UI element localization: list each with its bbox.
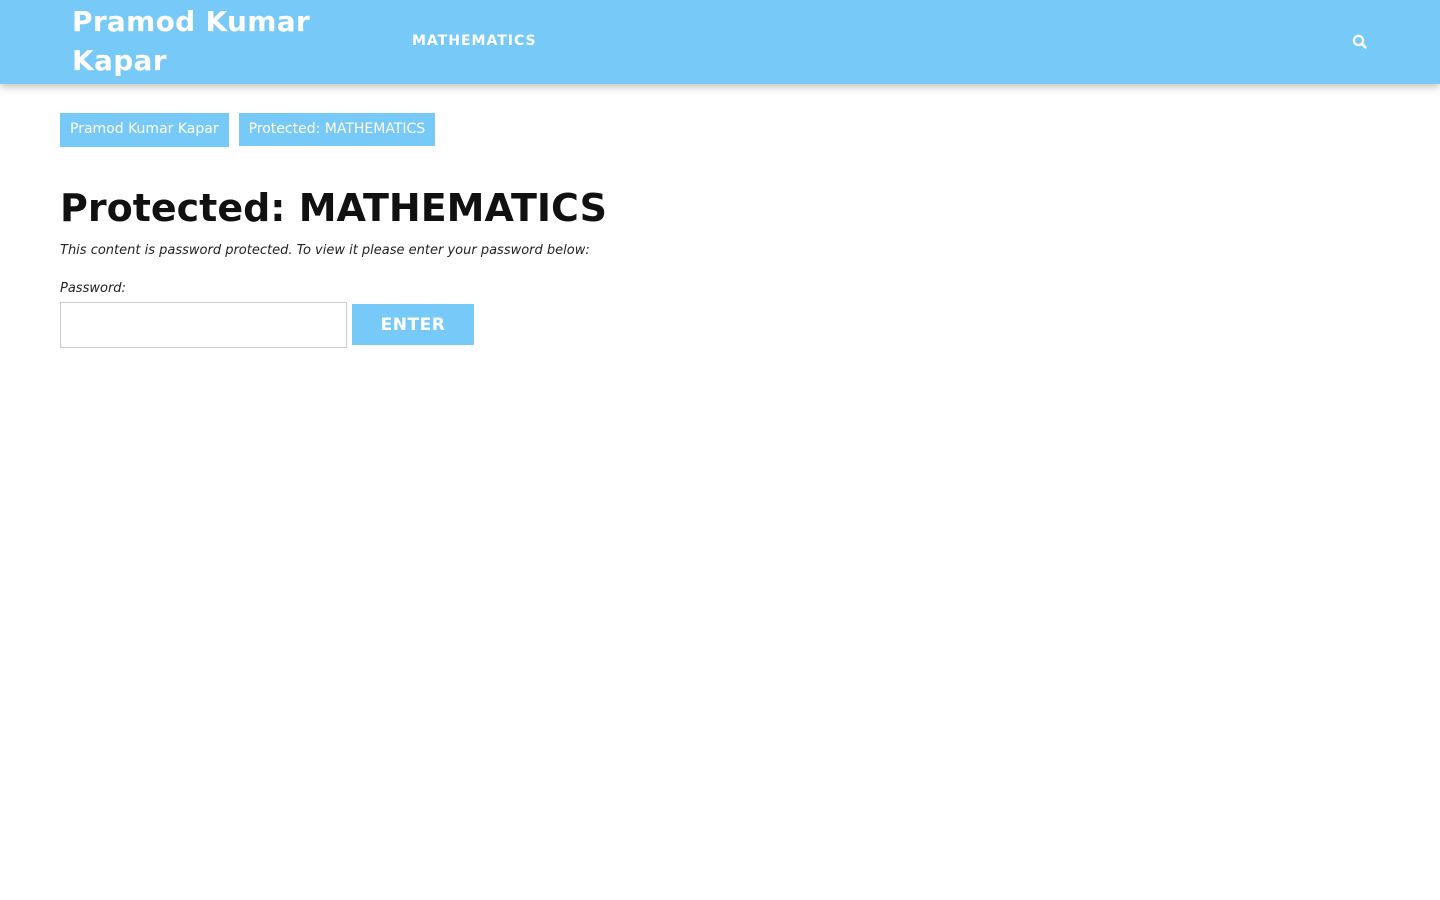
- site-header: Pramod Kumar Kapar MATHEMATICS: [0, 0, 1440, 84]
- breadcrumb-home[interactable]: Pramod Kumar Kapar: [60, 113, 229, 147]
- nav-item-mathematics[interactable]: MATHEMATICS: [412, 31, 537, 51]
- enter-button[interactable]: ENTER: [352, 304, 474, 345]
- breadcrumb: Pramod Kumar Kapar Protected: MATHEMATIC…: [60, 113, 436, 147]
- search-icon[interactable]: [1350, 32, 1370, 52]
- site-title-link[interactable]: Pramod Kumar Kapar: [72, 2, 332, 80]
- password-input[interactable]: [60, 302, 347, 348]
- breadcrumb-current: Protected: MATHEMATICS: [238, 113, 436, 146]
- password-notice: This content is password protected. To v…: [60, 243, 590, 258]
- password-label: Password:: [60, 281, 126, 296]
- page-title: Protected: MATHEMATICS: [60, 186, 607, 230]
